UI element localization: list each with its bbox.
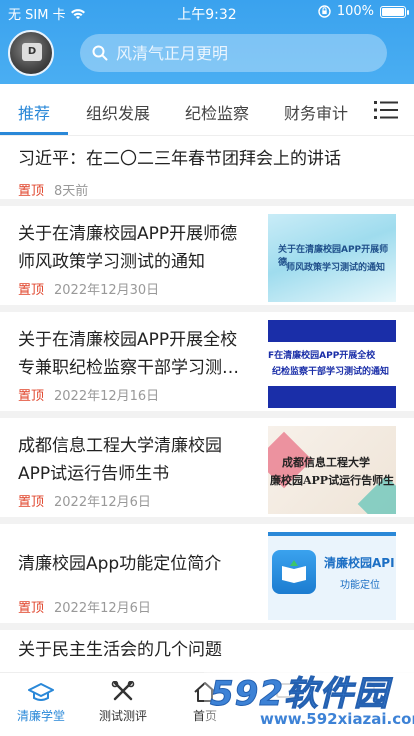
article-title: 成都信息工程大学清廉校园APP试运行告师生书 <box>18 436 222 484</box>
pinned-badge: 置顶 <box>18 601 45 616</box>
article-title: 关于在清廉校园APP开展全校专兼职纪检监察干部学习测… <box>18 330 239 378</box>
list-item[interactable]: 习近平：在二〇二三年春节团拜会上的讲话 置顶 8天前 <box>0 136 414 206</box>
tab-bar-item-study[interactable]: 清廉学堂 <box>0 681 82 724</box>
watermark-url: www.592xiazai.com <box>260 710 414 728</box>
list-item[interactable]: 成都信息工程大学清廉校园APP试运行告师生书 置顶 2022年12月6日 成都信… <box>0 418 414 524</box>
list-item[interactable]: 关于在清廉校园APP开展全校专兼职纪检监察干部学习测… 置顶 2022年12月1… <box>0 312 414 418</box>
orientation-lock-icon <box>318 5 331 18</box>
pinned-badge: 置顶 <box>18 184 45 199</box>
watermark: 592软件园 www.592xiazai.com <box>204 660 414 736</box>
article-date: 8天前 <box>54 184 89 199</box>
article-date: 2022年12月16日 <box>54 389 160 404</box>
tab-recommend[interactable]: 推荐 <box>18 100 50 124</box>
pinned-badge: 置顶 <box>18 495 45 510</box>
menu-icon[interactable] <box>374 100 398 120</box>
app-header: 无 SIM 卡 上午9:32 100% D <box>0 0 414 84</box>
book-icon <box>282 560 306 583</box>
article-title: 关于民主生活会的几个问题 <box>18 640 222 660</box>
search-input[interactable] <box>116 43 356 63</box>
tools-icon <box>111 681 135 701</box>
search-bar[interactable] <box>80 34 387 72</box>
article-thumbnail: 清廉校园API 功能定位 <box>268 532 396 620</box>
list-item[interactable]: 关于在清廉校园APP开展师德师风政策学习测试的通知 置顶 2022年12月30日… <box>0 206 414 312</box>
article-list: 习近平：在二〇二三年春节团拜会上的讲话 置顶 8天前 关于在清廉校园APP开展师… <box>0 136 414 670</box>
active-tab-indicator <box>0 132 68 135</box>
graduation-cap-icon <box>28 683 54 701</box>
article-thumbnail: 成都信息工程大学 廉校园APP试运行告师生 <box>268 426 396 514</box>
tab-organization[interactable]: 组织发展 <box>86 100 150 124</box>
article-date: 2022年12月6日 <box>54 495 151 510</box>
article-thumbnail: 关于在清廉校园APP开展师德 师风政策学习测试的通知 <box>268 214 396 302</box>
tab-finance[interactable]: 财务审计 <box>284 100 348 124</box>
watermark-brand: 592软件园 <box>210 674 389 715</box>
category-tabs: 推荐 组织发展 纪检监察 财务审计 <box>0 84 414 136</box>
pinned-badge: 置顶 <box>18 389 45 404</box>
tab-bar-item-test[interactable]: 测试测评 <box>82 681 164 724</box>
status-bar: 无 SIM 卡 上午9:32 100% <box>0 0 414 24</box>
article-date: 2022年12月30日 <box>54 283 160 298</box>
search-icon <box>92 45 108 61</box>
pinned-badge: 置顶 <box>18 283 45 298</box>
avatar[interactable]: D <box>8 30 54 76</box>
tab-discipline[interactable]: 纪检监察 <box>185 100 249 124</box>
battery-percent: 100% <box>336 4 374 19</box>
list-item[interactable]: 清廉校园App功能定位简介 置顶 2022年12月6日 清廉校园API 功能定位 <box>0 524 414 630</box>
article-title: 清廉校园App功能定位简介 <box>18 554 222 574</box>
article-title: 关于在清廉校园APP开展师德师风政策学习测试的通知 <box>18 224 238 272</box>
battery-icon <box>380 5 409 18</box>
article-title: 习近平：在二〇二三年春节团拜会上的讲话 <box>18 149 341 169</box>
article-date: 2022年12月6日 <box>54 601 151 616</box>
article-thumbnail: F在清廉校园APP开展全校 纪检监察干部学习测试的通知 <box>268 320 396 408</box>
